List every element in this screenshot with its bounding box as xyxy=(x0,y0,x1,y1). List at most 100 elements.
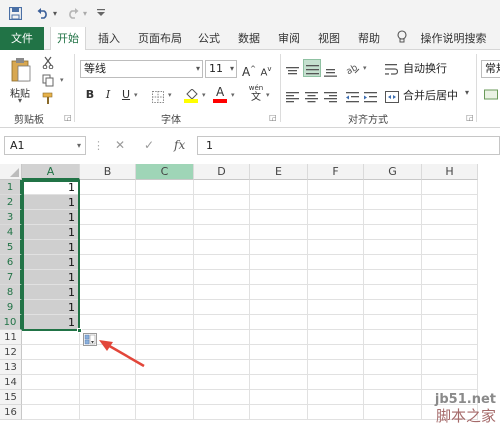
cell-h1[interactable] xyxy=(422,180,478,195)
cell-h8[interactable] xyxy=(422,285,478,300)
cell-e16[interactable] xyxy=(250,405,308,420)
cell-e7[interactable] xyxy=(250,270,308,285)
cell-d5[interactable] xyxy=(194,240,250,255)
cell-d8[interactable] xyxy=(194,285,250,300)
grow-font-button[interactable]: A^ xyxy=(241,61,257,79)
cell-b4[interactable] xyxy=(80,225,136,240)
cell-e11[interactable] xyxy=(250,330,308,345)
number-format-box[interactable]: 常规 xyxy=(481,60,500,78)
clipboard-launcher-icon[interactable]: ◲ xyxy=(64,113,72,122)
row-header-12[interactable]: 12 xyxy=(0,345,22,360)
paste-button[interactable]: 粘贴 ▾ xyxy=(6,52,38,105)
cell-f5[interactable] xyxy=(308,240,364,255)
row-header-16[interactable]: 16 xyxy=(0,405,22,420)
tab-data[interactable]: 数据 xyxy=(233,27,265,50)
cell-h9[interactable] xyxy=(422,300,478,315)
cell-f7[interactable] xyxy=(308,270,364,285)
row-header-15[interactable]: 15 xyxy=(0,390,22,405)
cell-a9[interactable]: 1 xyxy=(22,300,80,315)
cut-icon[interactable] xyxy=(42,54,56,70)
cell-h7[interactable] xyxy=(422,270,478,285)
cell-e1[interactable] xyxy=(250,180,308,195)
cell-e12[interactable] xyxy=(250,345,308,360)
cell-a10[interactable]: 1 xyxy=(22,315,80,330)
fill-color-button[interactable] xyxy=(184,86,200,104)
cell-c9[interactable] xyxy=(136,300,194,315)
cell-c1[interactable] xyxy=(136,180,194,195)
underline-dropdown-icon[interactable]: ▾ xyxy=(134,91,138,99)
format-painter-icon[interactable] xyxy=(42,90,56,104)
row-header-9[interactable]: 9 xyxy=(0,300,22,315)
cell-g9[interactable] xyxy=(364,300,422,315)
row-header-5[interactable]: 5 xyxy=(0,240,22,255)
cell-d4[interactable] xyxy=(194,225,250,240)
cell-g8[interactable] xyxy=(364,285,422,300)
cell-f15[interactable] xyxy=(308,390,364,405)
tab-file[interactable]: 文件 xyxy=(0,27,44,50)
orientation-icon[interactable]: ab xyxy=(345,60,362,77)
cell-f11[interactable] xyxy=(308,330,364,345)
wrap-text-button[interactable]: 自动换行 xyxy=(385,59,460,77)
currency-icon[interactable] xyxy=(484,86,498,100)
cell-d10[interactable] xyxy=(194,315,250,330)
cell-h3[interactable] xyxy=(422,210,478,225)
cell-a5[interactable]: 1 xyxy=(22,240,80,255)
tell-me-search[interactable]: 操作说明搜索 xyxy=(397,27,500,50)
cell-d13[interactable] xyxy=(194,360,250,375)
fill-color-dropdown-icon[interactable]: ▾ xyxy=(202,91,206,99)
column-header-e[interactable]: E xyxy=(250,164,308,180)
row-header-14[interactable]: 14 xyxy=(0,375,22,390)
row-header-8[interactable]: 8 xyxy=(0,285,22,300)
row-header-7[interactable]: 7 xyxy=(0,270,22,285)
cell-f3[interactable] xyxy=(308,210,364,225)
align-middle-icon[interactable] xyxy=(303,59,321,77)
cell-b15[interactable] xyxy=(80,390,136,405)
column-header-f[interactable]: F xyxy=(308,164,364,180)
cell-d16[interactable] xyxy=(194,405,250,420)
align-top-icon[interactable] xyxy=(286,62,302,78)
cancel-button[interactable]: ✕ xyxy=(115,136,129,155)
tab-formulas[interactable]: 公式 xyxy=(193,27,225,50)
cell-b3[interactable] xyxy=(80,210,136,225)
copy-dropdown-icon[interactable]: ▾ xyxy=(60,76,64,84)
cell-d1[interactable] xyxy=(194,180,250,195)
copy-icon[interactable] xyxy=(42,72,56,87)
cell-a6[interactable]: 1 xyxy=(22,255,80,270)
cell-b8[interactable] xyxy=(80,285,136,300)
cell-a12[interactable] xyxy=(22,345,80,360)
row-header-2[interactable]: 2 xyxy=(0,195,22,210)
cell-b2[interactable] xyxy=(80,195,136,210)
cell-g7[interactable] xyxy=(364,270,422,285)
cell-e8[interactable] xyxy=(250,285,308,300)
formula-input[interactable]: 1 xyxy=(197,136,500,155)
cell-e13[interactable] xyxy=(250,360,308,375)
column-header-d[interactable]: D xyxy=(194,164,250,180)
align-center-icon[interactable] xyxy=(305,88,321,103)
cell-h14[interactable] xyxy=(422,375,478,390)
cell-d7[interactable] xyxy=(194,270,250,285)
cell-g2[interactable] xyxy=(364,195,422,210)
cell-e14[interactable] xyxy=(250,375,308,390)
cell-g1[interactable] xyxy=(364,180,422,195)
font-color-dropdown-icon[interactable]: ▾ xyxy=(231,91,235,99)
tab-help[interactable]: 帮助 xyxy=(353,27,385,50)
cell-e2[interactable] xyxy=(250,195,308,210)
merge-center-button[interactable]: 合并后居中 ▾ xyxy=(385,85,475,103)
cell-c15[interactable] xyxy=(136,390,194,405)
cell-e9[interactable] xyxy=(250,300,308,315)
cell-a11[interactable] xyxy=(22,330,80,345)
cell-d11[interactable] xyxy=(194,330,250,345)
cell-e4[interactable] xyxy=(250,225,308,240)
cell-g6[interactable] xyxy=(364,255,422,270)
column-header-c[interactable]: C xyxy=(136,164,194,180)
cell-c4[interactable] xyxy=(136,225,194,240)
cell-a8[interactable]: 1 xyxy=(22,285,80,300)
select-all-corner[interactable] xyxy=(0,164,22,180)
cell-b1[interactable] xyxy=(80,180,136,195)
cell-e6[interactable] xyxy=(250,255,308,270)
cell-f16[interactable] xyxy=(308,405,364,420)
font-launcher-icon[interactable]: ◲ xyxy=(269,113,277,122)
underline-button[interactable]: U xyxy=(118,87,134,103)
phonetic-button[interactable]: wén 文 xyxy=(246,84,266,104)
row-header-4[interactable]: 4 xyxy=(0,225,22,240)
